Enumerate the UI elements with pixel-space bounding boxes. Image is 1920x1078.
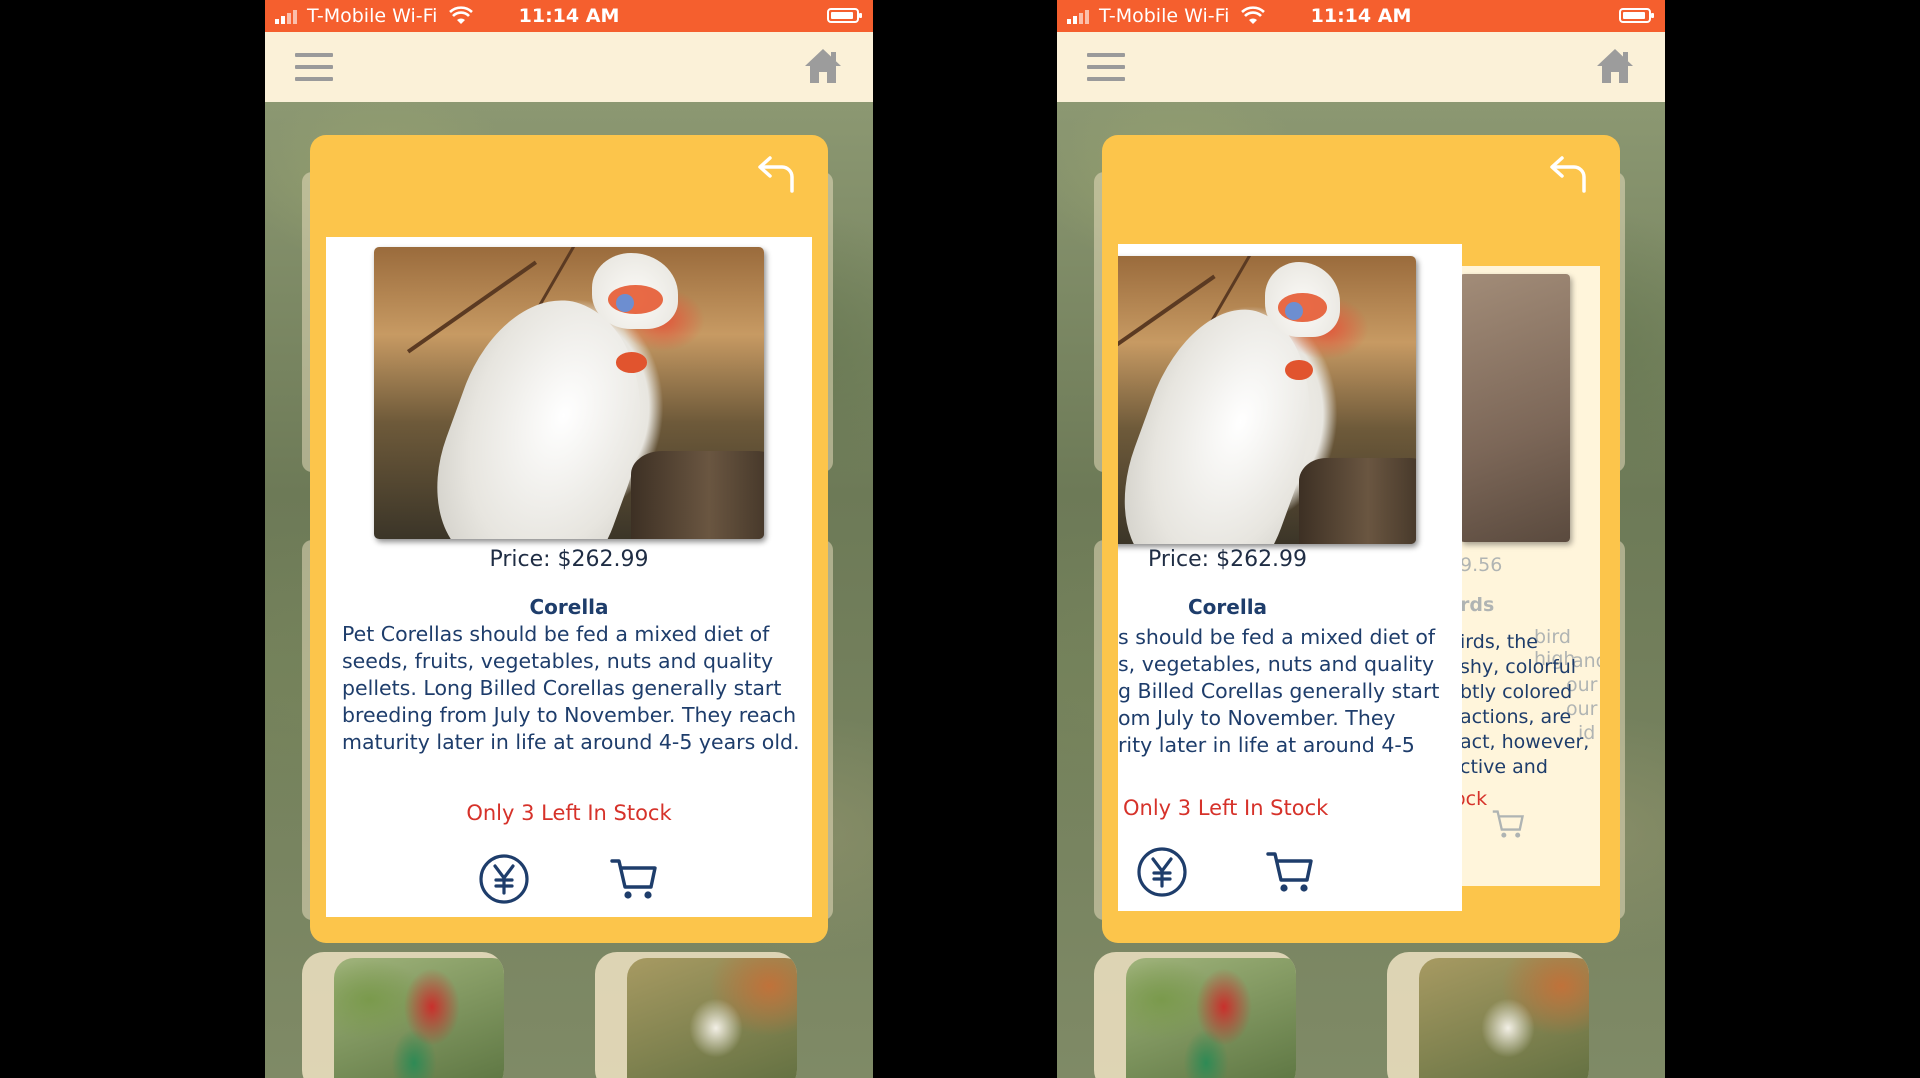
next-product-card[interactable]: 9.56 rds bird high and our our id irds, …: [1460, 266, 1605, 886]
next-product-photo: [1460, 274, 1570, 542]
next-desc-line-6: ctive and: [1460, 756, 1548, 778]
next-product-price: 9.56: [1460, 554, 1503, 576]
faded-line-2: and: [1572, 650, 1600, 672]
owl-image: [627, 958, 797, 1078]
product-thumbnail-macaw[interactable]: [302, 952, 504, 1078]
status-time: 11:14 AM: [518, 5, 620, 27]
shopping-cart-icon[interactable]: [608, 853, 660, 905]
back-arrow-icon[interactable]: [1546, 155, 1590, 195]
next-desc-line-3: btly colored: [1460, 681, 1573, 703]
product-card: Price: $262.99 Corella s should be fed a…: [1118, 244, 1462, 911]
macaw-image: [334, 958, 504, 1078]
owl-image: [1419, 958, 1589, 1078]
status-time: 11:14 AM: [1310, 5, 1412, 27]
app-bar: [265, 32, 873, 102]
phone-screen-right: T-Mobile Wi-Fi 11:14 AM 9.56 rds bird hi…: [1057, 0, 1665, 1078]
back-arrow-icon[interactable]: [754, 155, 798, 195]
product-thumbnail-owl[interactable]: [1387, 952, 1589, 1078]
product-thumbnail-owl[interactable]: [595, 952, 797, 1078]
product-card: Price: $262.99 Corella Pet Corellas shou…: [326, 237, 812, 917]
product-price: Price: $262.99: [489, 547, 649, 572]
product-name: Corella: [529, 595, 609, 619]
product-description-line-2: s, vegetables, nuts and quality: [1118, 652, 1435, 676]
app-bar: [1057, 32, 1665, 102]
next-desc-line-2: shy, colorful: [1460, 656, 1577, 678]
product-description-line-3: g Billed Corellas generally start: [1118, 679, 1440, 703]
product-thumbnail-macaw[interactable]: [1094, 952, 1296, 1078]
stock-status: Only 3 Left In Stock: [1123, 796, 1329, 820]
product-description: Pet Corellas should be fed a mixed diet …: [342, 622, 800, 754]
battery-icon: [1619, 8, 1654, 23]
phone-screen-left: T-Mobile Wi-Fi 11:14 AM Price: $262.99 C…: [265, 0, 873, 1078]
next-desc-line-1: irds, the: [1460, 631, 1538, 653]
shopping-cart-icon: [1492, 810, 1524, 838]
product-description-line-4: om July to November. They: [1118, 706, 1396, 730]
product-detail-modal: 9.56 rds bird high and our our id irds, …: [1102, 135, 1620, 943]
product-description-line-5: rity later in life at around 4-5: [1118, 733, 1415, 757]
home-icon[interactable]: [803, 46, 843, 86]
next-product-name: rds: [1460, 594, 1495, 616]
stock-status: Only 3 Left In Stock: [466, 801, 672, 825]
corella-photo: [1118, 256, 1416, 544]
corella-photo: [374, 247, 764, 539]
hamburger-menu-icon[interactable]: [1087, 53, 1125, 81]
home-icon[interactable]: [1595, 46, 1635, 86]
next-stock-status: ock: [1460, 788, 1488, 810]
shopping-cart-icon[interactable]: [1264, 846, 1316, 898]
product-detail-modal: Price: $262.99 Corella Pet Corellas shou…: [310, 135, 828, 943]
status-bar: T-Mobile Wi-Fi 11:14 AM: [265, 0, 873, 32]
product-description-line-1: s should be fed a mixed diet of: [1118, 625, 1436, 649]
yen-currency-icon[interactable]: [1136, 846, 1188, 898]
yen-currency-icon[interactable]: [478, 853, 530, 905]
next-product-card-body: 9.56 rds bird high and our our id irds, …: [1460, 266, 1600, 886]
macaw-image: [1126, 958, 1296, 1078]
next-desc-line-4: actions, are: [1460, 706, 1572, 728]
next-desc-line-5: act, however,: [1460, 731, 1590, 753]
status-bar: T-Mobile Wi-Fi 11:14 AM: [1057, 0, 1665, 32]
product-name: Corella: [1188, 595, 1268, 619]
battery-icon: [827, 8, 862, 23]
product-price: Price: $262.99: [1148, 547, 1308, 572]
hamburger-menu-icon[interactable]: [295, 53, 333, 81]
